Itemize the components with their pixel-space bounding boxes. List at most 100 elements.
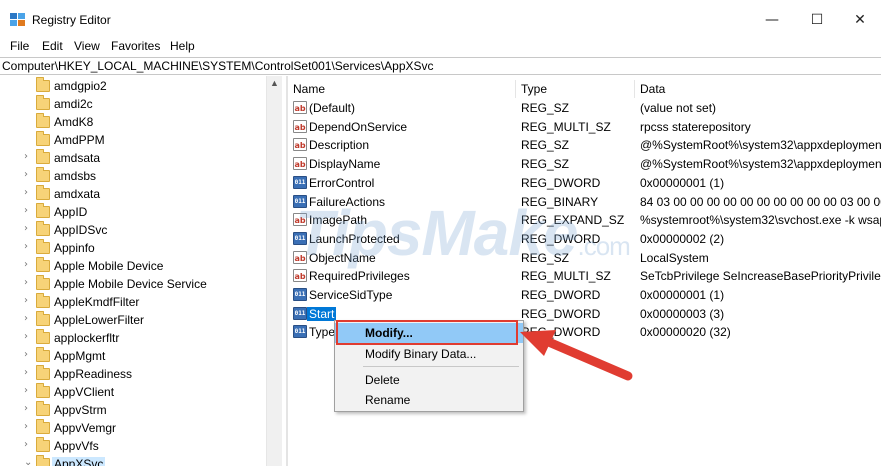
column-header-name[interactable]: Name: [293, 82, 325, 96]
string-value-icon: ab: [293, 138, 307, 152]
context-menu-modify-binary[interactable]: Modify Binary Data...: [335, 344, 523, 364]
tree-item[interactable]: › Apple Mobile Device: [0, 257, 287, 275]
column-divider[interactable]: [634, 80, 635, 98]
column-divider[interactable]: [515, 80, 516, 98]
column-header-type[interactable]: Type: [521, 82, 547, 96]
binary-value-icon: 011: [293, 231, 307, 245]
folder-icon: [36, 311, 50, 326]
chevron-right-icon[interactable]: ›: [24, 277, 28, 288]
scroll-up-icon[interactable]: ▲: [270, 78, 279, 88]
chevron-right-icon[interactable]: ›: [24, 187, 28, 198]
tree-item[interactable]: › AppvVfs: [0, 437, 287, 455]
folder-icon: [36, 293, 50, 308]
value-row[interactable]: ab Description REG_SZ @%SystemRoot%\system3…: [288, 136, 881, 155]
value-name: RequiredPrivileges: [309, 269, 410, 284]
value-name: Type: [309, 325, 336, 340]
tree-item-label: AppvVemgr: [54, 421, 117, 435]
chevron-right-icon[interactable]: ›: [24, 385, 28, 396]
tree-item[interactable]: › AppleLowerFilter: [0, 311, 287, 329]
string-value-icon: ab: [293, 213, 307, 227]
folder-icon: [36, 275, 50, 290]
tree-item-label: AppleKmdfFilter: [54, 295, 140, 309]
tree-item[interactable]: › applockerfltr: [0, 329, 287, 347]
value-type: REG_SZ: [521, 250, 570, 265]
address-bar[interactable]: Computer\HKEY_LOCAL_MACHINE\SYSTEM\Contr…: [0, 57, 881, 75]
value-data: rpcss staterepository: [640, 119, 751, 134]
minimize-icon[interactable]: —: [752, 8, 792, 32]
tree-item-label: AppvVfs: [54, 439, 99, 453]
menu-edit[interactable]: Edit: [42, 39, 63, 53]
folder-icon: [36, 239, 50, 254]
string-value-icon: ab: [293, 119, 307, 133]
chevron-right-icon[interactable]: ›: [24, 439, 28, 450]
menu-favorites[interactable]: Favorites: [111, 39, 160, 53]
context-menu-rename[interactable]: Rename: [335, 390, 523, 410]
value-row[interactable]: ab ImagePath REG_EXPAND_SZ %systemroot%\sys…: [288, 211, 881, 230]
close-icon[interactable]: ✕: [840, 8, 880, 32]
value-data: LocalSystem: [640, 250, 709, 265]
value-row[interactable]: 011 FailureActions REG_BINARY 84 03 00 00 0…: [288, 193, 881, 212]
value-row[interactable]: 011 ErrorControl REG_DWORD 0x00000001 (1): [288, 174, 881, 193]
chevron-right-icon[interactable]: ›: [24, 367, 28, 378]
menu-help[interactable]: Help: [170, 39, 195, 53]
value-type: REG_DWORD: [521, 231, 601, 246]
value-data: 84 03 00 00 00 00 00 00 00 00 00 00 03 0…: [640, 194, 881, 209]
tree-item[interactable]: › Apple Mobile Device Service: [0, 275, 287, 293]
tree-item[interactable]: › amdxata: [0, 185, 287, 203]
value-data: @%SystemRoot%\system32\appxdeployments: [640, 138, 881, 153]
chevron-right-icon[interactable]: ›: [24, 403, 28, 414]
tree-item[interactable]: AmdPPM: [0, 131, 287, 149]
tree-scrollbar[interactable]: ▲: [266, 76, 282, 466]
value-row[interactable]: ab DisplayName REG_SZ @%SystemRoot%\system3…: [288, 155, 881, 174]
tree-item[interactable]: › AppleKmdfFilter: [0, 293, 287, 311]
chevron-down-icon[interactable]: ⌄: [24, 457, 32, 466]
chevron-right-icon[interactable]: ›: [24, 313, 28, 324]
tree-item[interactable]: › AppvStrm: [0, 401, 287, 419]
value-row[interactable]: ab RequiredPrivileges REG_MULTI_SZ SeTcbPri…: [288, 267, 881, 286]
chevron-right-icon[interactable]: ›: [24, 295, 28, 306]
address-path[interactable]: Computer\HKEY_LOCAL_MACHINE\SYSTEM\Contr…: [2, 59, 434, 73]
tree-item[interactable]: amdi2c: [0, 95, 287, 113]
column-header-data[interactable]: Data: [640, 82, 665, 96]
context-menu-label: Modify Binary Data...: [365, 347, 477, 361]
value-row[interactable]: 011 ServiceSidType REG_DWORD 0x00000001 (1): [288, 286, 881, 305]
chevron-right-icon[interactable]: ›: [24, 241, 28, 252]
tree-item[interactable]: › AppID: [0, 203, 287, 221]
tree-item[interactable]: › AppReadiness: [0, 365, 287, 383]
value-row[interactable]: ab ObjectName REG_SZ LocalSystem: [288, 249, 881, 268]
chevron-right-icon[interactable]: ›: [24, 349, 28, 360]
tree-item[interactable]: › AppMgmt: [0, 347, 287, 365]
tree-item-label: AppXSvc: [52, 457, 106, 466]
tree-item[interactable]: › amdsbs: [0, 167, 287, 185]
context-menu-delete[interactable]: Delete: [335, 370, 523, 390]
tree-item[interactable]: ⌄ AppXSvc: [0, 455, 287, 466]
tree-item[interactable]: › Appinfo: [0, 239, 287, 257]
chevron-right-icon[interactable]: ›: [24, 421, 28, 432]
tree-item[interactable]: amdgpio2: [0, 77, 287, 95]
tree-item[interactable]: › AppvVemgr: [0, 419, 287, 437]
string-value-icon: ab: [293, 157, 307, 171]
value-row[interactable]: ab (Default) REG_SZ (value not set): [288, 99, 881, 118]
tree-item[interactable]: › AppIDSvc: [0, 221, 287, 239]
value-data: %systemroot%\system32\svchost.exe -k wsa…: [640, 213, 881, 228]
chevron-right-icon[interactable]: ›: [24, 169, 28, 180]
maximize-icon[interactable]: ☐: [797, 8, 837, 32]
chevron-right-icon[interactable]: ›: [24, 151, 28, 162]
chevron-right-icon[interactable]: ›: [24, 223, 28, 234]
key-tree[interactable]: amdgpio2 amdi2c AmdK8 AmdPPM › amdsata › amdsbs…: [0, 76, 287, 466]
tree-item[interactable]: › AppVClient: [0, 383, 287, 401]
folder-icon: [36, 149, 50, 164]
menu-view[interactable]: View: [74, 39, 100, 53]
chevron-right-icon[interactable]: ›: [24, 331, 28, 342]
chevron-right-icon[interactable]: ›: [24, 259, 28, 270]
chevron-right-icon[interactable]: ›: [24, 205, 28, 216]
menu-file[interactable]: File: [10, 39, 29, 53]
tree-item-label: AmdK8: [54, 115, 94, 129]
tree-item[interactable]: AmdK8: [0, 113, 287, 131]
string-value-icon: ab: [293, 269, 307, 283]
value-row[interactable]: ab DependOnService REG_MULTI_SZ rpcss state…: [288, 118, 881, 137]
tree-item[interactable]: › amdsata: [0, 149, 287, 167]
value-data: SeTcbPrivilege SeIncreaseBasePriorityPri…: [640, 269, 881, 284]
value-row[interactable]: 011 LaunchProtected REG_DWORD 0x00000002 (2…: [288, 230, 881, 249]
value-name: LaunchProtected: [309, 231, 400, 246]
